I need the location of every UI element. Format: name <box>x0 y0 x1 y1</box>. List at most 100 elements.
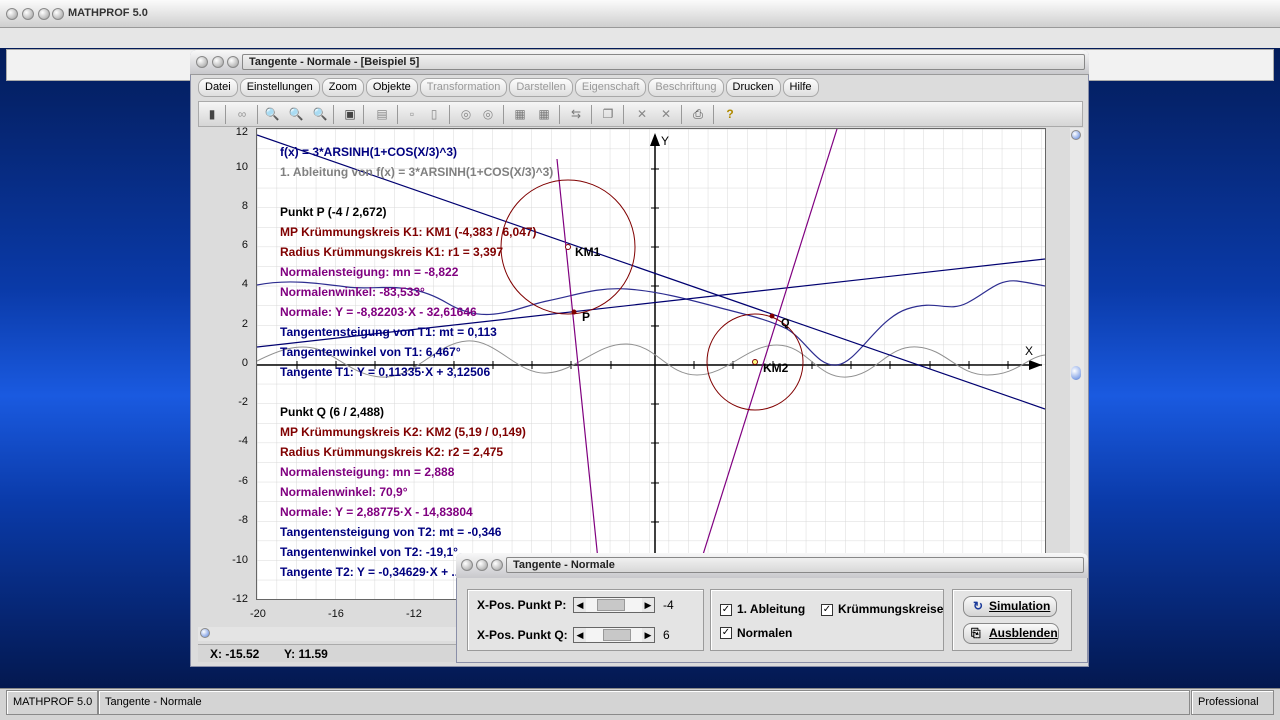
app-icon <box>52 8 64 20</box>
info-line <box>280 183 553 203</box>
calculator-icon[interactable]: ▮ <box>203 106 221 122</box>
status-doc: Tangente - Normale <box>98 690 1190 715</box>
checkbox-kruemmung[interactable]: ✓ <box>821 604 833 616</box>
slider-p-thumb[interactable] <box>597 599 626 611</box>
dialog-title: Tangente - Normale <box>506 557 1084 573</box>
info-line: Radius Krümmungskreis K2: r2 = 2,475 <box>280 445 504 459</box>
coord-x: X: -15.52 <box>210 647 260 661</box>
slider-p-value: -4 <box>663 598 674 612</box>
delete-icon[interactable]: ✕ <box>633 106 651 122</box>
copy-icon[interactable]: ❐ <box>599 106 617 122</box>
window-orb-icon[interactable] <box>212 56 224 68</box>
checkbox-normalen[interactable]: ✓ <box>720 627 732 639</box>
slider-q-thumb[interactable] <box>603 629 632 641</box>
frame-small-icon[interactable]: ▫ <box>403 106 421 122</box>
window-orb-icon[interactable] <box>196 56 208 68</box>
slider-left-icon[interactable]: ◀ <box>574 598 586 612</box>
horizontal-scrollbar[interactable] <box>198 627 456 641</box>
glasses-icon[interactable]: ∞ <box>233 106 251 122</box>
info-line: Normalenwinkel: -83,533° <box>280 285 425 299</box>
x-tick: -16 <box>328 608 344 620</box>
simulation-button[interactable]: ↻ Simulation <box>963 596 1057 617</box>
child-title: Tangente - Normale - [Beispiel 5] <box>242 54 1085 70</box>
slider-q[interactable]: ◀ ▶ <box>573 627 655 643</box>
x-tick: -12 <box>406 608 422 620</box>
slider-q-label: X-Pos. Punkt Q: <box>477 628 568 642</box>
dialog-title-bar: Tangente - Normale <box>456 553 1088 578</box>
zoom-in-icon[interactable]: 🔍 <box>311 106 329 122</box>
checkbox-normalen-label: Normalen <box>737 626 793 640</box>
menu-drucken[interactable]: Drucken <box>725 78 781 97</box>
window-orb-icon[interactable] <box>476 559 488 571</box>
x-tick: -20 <box>250 608 266 620</box>
checkbox-ableitung[interactable]: ✓ <box>720 604 732 616</box>
slider-right-icon[interactable]: ▶ <box>642 628 654 642</box>
info-line: Normale: Y = -8,82203·X - 32,61646 <box>280 305 477 319</box>
info-line: MP Krümmungskreis K2: KM2 (5,19 / 0,149) <box>280 425 526 439</box>
slider-left-icon[interactable]: ◀ <box>574 628 586 642</box>
info-line: Tangentenwinkel von T1: 6,467° <box>280 345 461 359</box>
window-orb-icon[interactable] <box>22 8 34 20</box>
settings-icon[interactable]: ▣ <box>341 106 359 122</box>
point-km1 <box>565 244 571 250</box>
menu-objekte[interactable]: Objekte <box>365 78 418 97</box>
y-tick: -10 <box>232 554 248 566</box>
label-km1: KM1 <box>575 245 601 259</box>
menu-darstellen[interactable]: Darstellen <box>509 78 573 97</box>
table-icon[interactable]: ▦ <box>511 106 529 122</box>
y-tick: -2 <box>238 396 248 408</box>
menu-eigenschaft[interactable]: Eigenschaft <box>574 78 647 97</box>
zoom-reset-icon[interactable]: 🔍 <box>287 106 305 122</box>
window-orb-icon[interactable] <box>38 8 50 20</box>
menu-beschriftung[interactable]: Beschriftung <box>648 78 724 97</box>
info-line: Normalensteigung: mn = 2,888 <box>280 465 455 479</box>
menu-zoom[interactable]: Zoom <box>321 78 364 97</box>
info-line: Normale: Y = 2,88775·X - 14,83804 <box>280 505 473 519</box>
info-line: Tangentensteigung von T2: mt = -0,346 <box>280 525 502 539</box>
menu-transformation[interactable]: Transformation <box>419 78 508 97</box>
zoom-out-icon[interactable]: 🔍 <box>263 106 281 122</box>
point-q <box>769 313 775 319</box>
delete-all-icon[interactable]: ✕ <box>657 106 675 122</box>
y-tick: -6 <box>238 475 248 487</box>
print-icon[interactable]: ⎙ <box>689 106 707 122</box>
info-line: Normalenwinkel: 70,9° <box>280 485 408 499</box>
help-icon[interactable]: ? <box>721 106 739 122</box>
graph-area[interactable]: Y X P Q KM1 KM2 f(x) = 3*ARSINH(1+COS(X/… <box>256 128 1046 600</box>
vertical-scrollbar[interactable] <box>1070 128 1084 600</box>
window-orb-icon[interactable] <box>6 8 18 20</box>
frame-large-icon[interactable]: ▯ <box>425 106 443 122</box>
status-bar: MATHPROF 5.0 Tangente - Normale Professi… <box>0 688 1280 720</box>
ausblenden-button[interactable]: ⎘ Ausblenden <box>963 623 1059 644</box>
info-line: Radius Krümmungskreis K1: r1 = 3,397 <box>280 245 504 259</box>
circle-a-icon[interactable]: ◎ <box>457 106 475 122</box>
menu-einstellungen[interactable]: Einstellungen <box>239 78 320 97</box>
menu-datei[interactable]: Datei <box>198 78 238 97</box>
options-panel: ✓ 1. Ableitung ✓ Krümmungskreise ✓ Norma… <box>710 589 944 651</box>
window-icon[interactable]: ▤ <box>373 106 391 122</box>
label-km2: KM2 <box>763 361 789 375</box>
slider-p[interactable]: ◀ ▶ <box>573 597 655 613</box>
y-tick: 4 <box>241 278 248 290</box>
x-axis-label: X <box>1025 344 1033 358</box>
app-title: MATHPROF 5.0 <box>68 7 148 19</box>
scroll-thumb[interactable] <box>1071 366 1081 380</box>
scroll-up-icon[interactable] <box>1071 130 1081 140</box>
menu-hilfe[interactable]: Hilfe <box>782 78 819 97</box>
info-line: MP Krümmungskreis K1: KM1 (-4,383 / 6,04… <box>280 225 537 239</box>
info-line: Punkt P (-4 / 2,672) <box>280 205 387 219</box>
transfer-icon[interactable]: ⇆ <box>567 106 585 122</box>
child-title-bar: Tangente - Normale - [Beispiel 5] <box>190 50 1089 75</box>
window-orb-icon[interactable] <box>227 56 239 68</box>
slider-q-value: 6 <box>663 628 670 642</box>
status-app: MATHPROF 5.0 <box>6 690 98 715</box>
scroll-left-icon[interactable] <box>200 628 210 638</box>
slider-p-label: X-Pos. Punkt P: <box>477 598 567 612</box>
slider-right-icon[interactable]: ▶ <box>642 598 654 612</box>
window-orb-icon[interactable] <box>461 559 473 571</box>
toolbar: ▮ ∞ 🔍 🔍 🔍 ▣ ▤ ▫ ▯ ◎ ◎ ▦ ▦ ⇆ ❐ ✕ ✕ ⎙ ? <box>198 101 1083 127</box>
grid-icon[interactable]: ▦ <box>535 106 553 122</box>
circle-b-icon[interactable]: ◎ <box>479 106 497 122</box>
window-orb-icon[interactable] <box>491 559 503 571</box>
y-tick: 0 <box>241 357 248 369</box>
